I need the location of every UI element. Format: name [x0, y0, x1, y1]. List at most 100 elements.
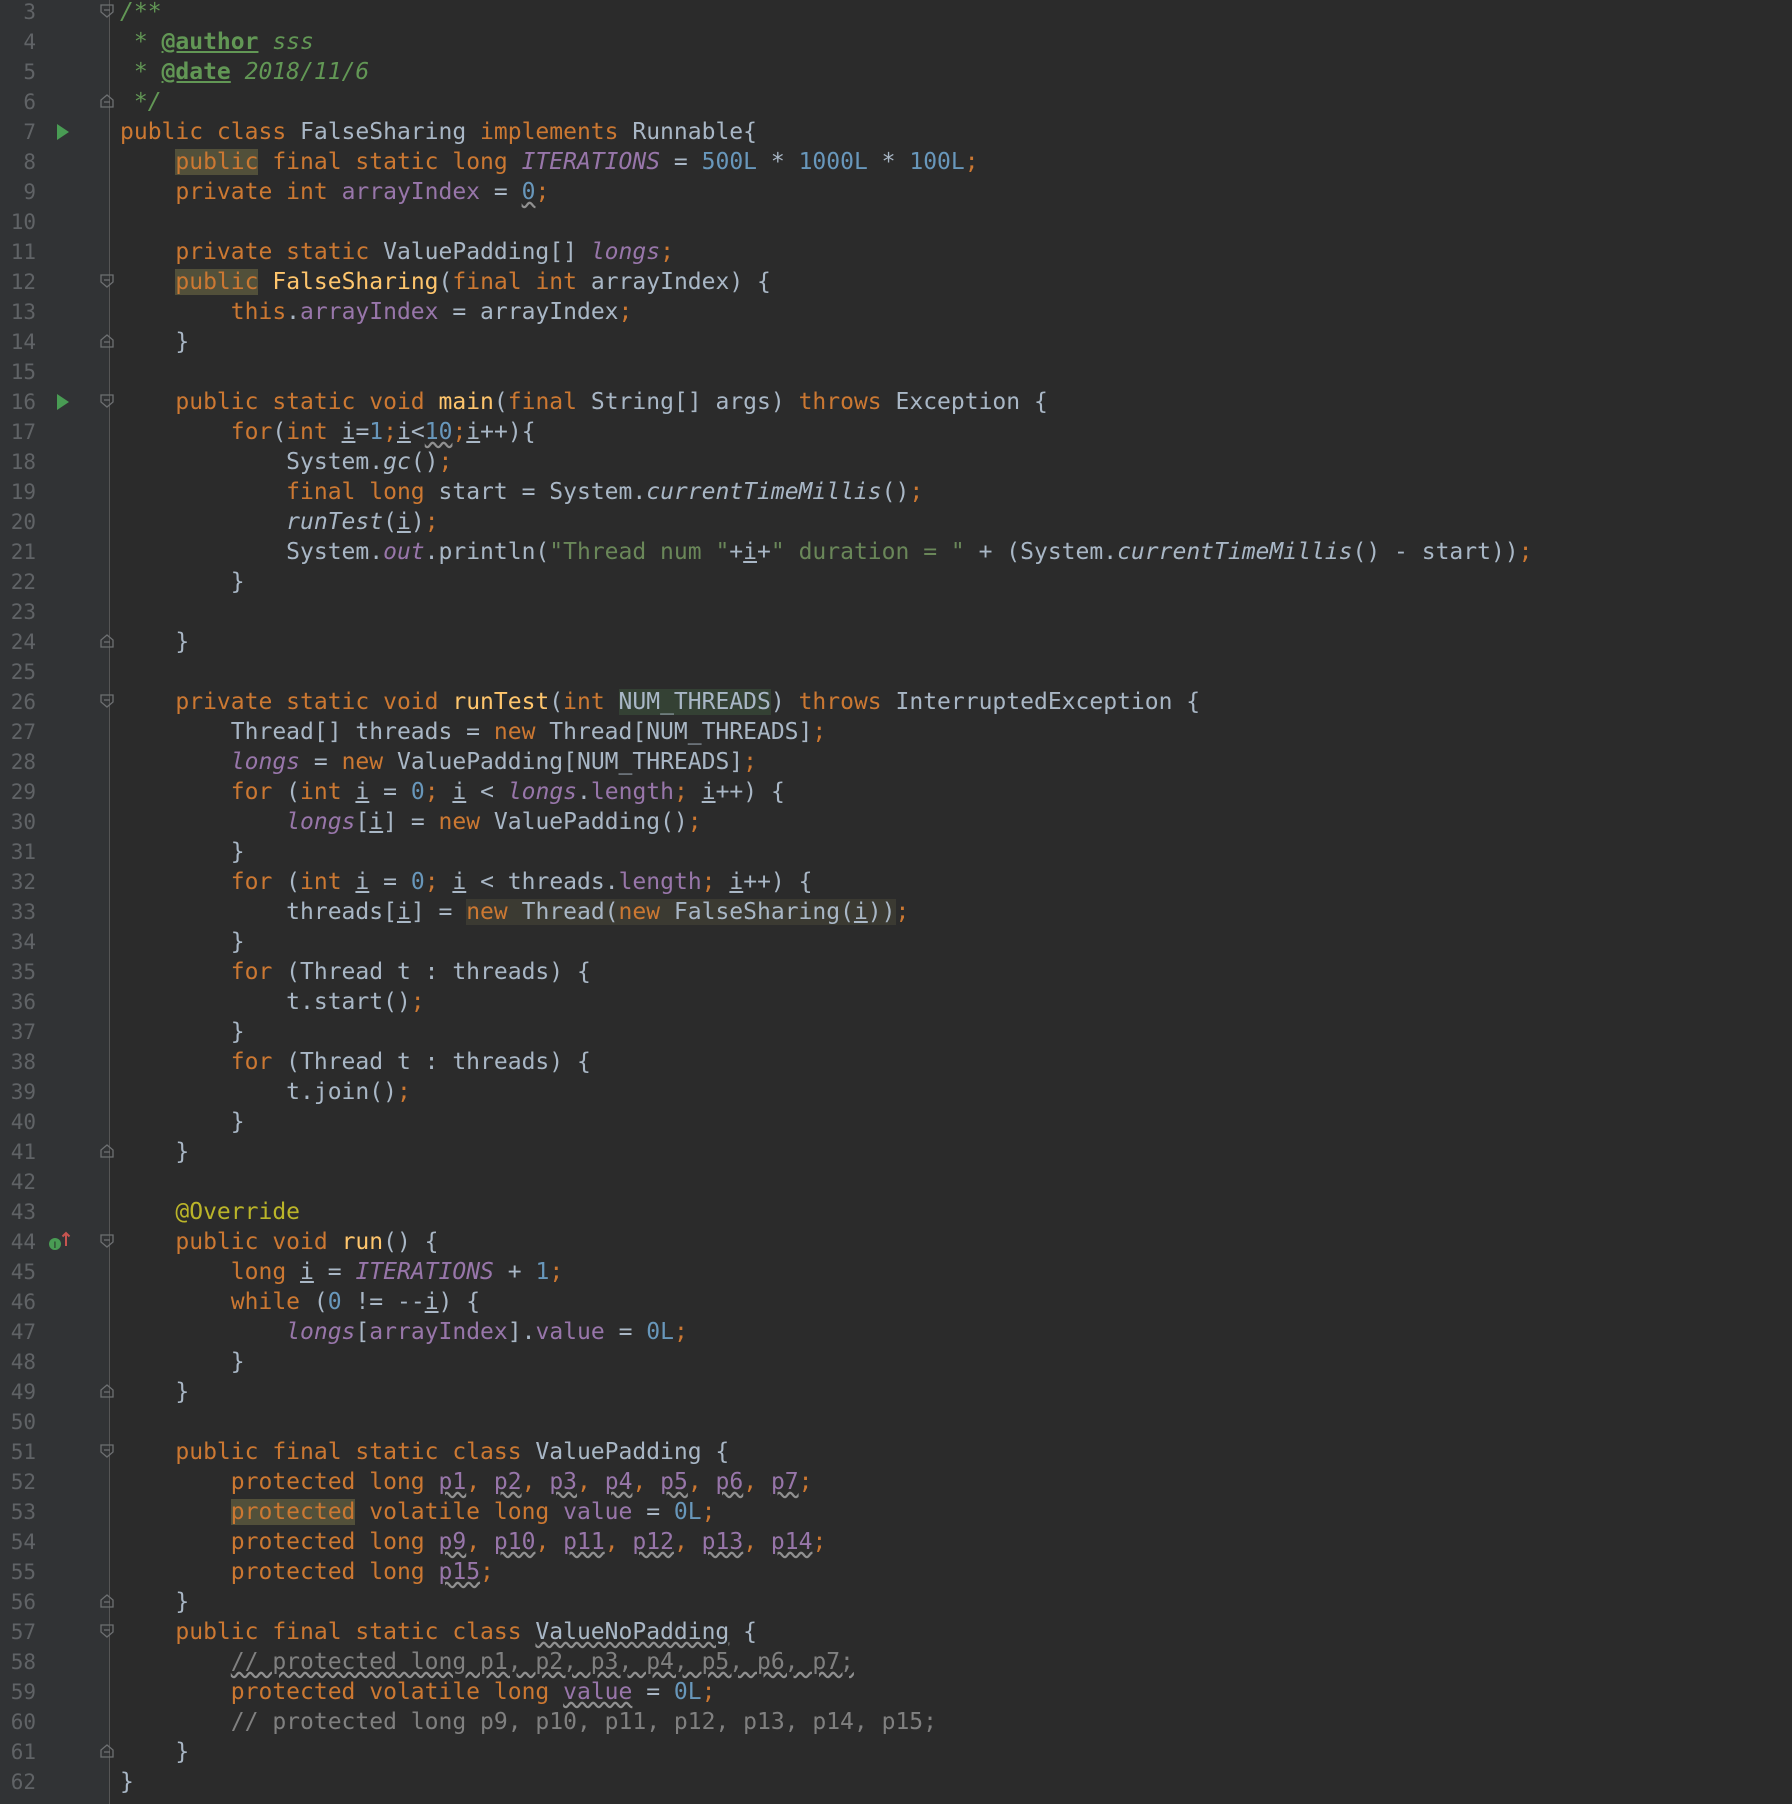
code-line[interactable]: 10: [0, 207, 1792, 237]
code-line[interactable]: 59 protected volatile long value = 0L;: [0, 1677, 1792, 1707]
line-number: 6: [23, 90, 36, 114]
fold-end-icon[interactable]: [100, 1594, 114, 1608]
code-line[interactable]: 52 protected long p1, p2, p3, p4, p5, p6…: [0, 1467, 1792, 1497]
line-number: 28: [10, 750, 36, 774]
code-line[interactable]: 12 public FalseSharing(final int arrayIn…: [0, 267, 1792, 297]
line-number: 50: [10, 1410, 36, 1434]
code-line[interactable]: 23: [0, 597, 1792, 627]
code-line[interactable]: 41 }: [0, 1137, 1792, 1167]
code-line[interactable]: 20 runTest(i);: [0, 507, 1792, 537]
code-token: ;: [424, 509, 439, 535]
code-line[interactable]: 53 protected volatile long value = 0L;: [0, 1497, 1792, 1527]
code-line[interactable]: 8 public final static long ITERATIONS = …: [0, 147, 1792, 177]
code-line[interactable]: 27 Thread[] threads = new Thread[NUM_THR…: [0, 717, 1792, 747]
fold-start-icon[interactable]: [100, 1444, 114, 1458]
code-line[interactable]: 56 }: [0, 1587, 1792, 1617]
code-token: =: [632, 1679, 674, 1705]
fold-start-icon[interactable]: [100, 1624, 114, 1638]
code-line[interactable]: 7 public class FalseSharing implements Ru…: [0, 117, 1792, 147]
code-line[interactable]: 11 private static ValuePadding[] longs;: [0, 237, 1792, 267]
fold-start-icon[interactable]: [100, 274, 114, 288]
code-line[interactable]: 16 public static void main(final String[…: [0, 387, 1792, 417]
code-line[interactable]: 14 }: [0, 327, 1792, 357]
code-line[interactable]: 26 private static void runTest(int NUM_T…: [0, 687, 1792, 717]
code-line[interactable]: 57 public final static class ValueNoPadd…: [0, 1617, 1792, 1647]
run-icon[interactable]: [56, 387, 70, 417]
code-line[interactable]: 61 }: [0, 1737, 1792, 1767]
code-text: protected volatile long value = 0L;: [120, 1677, 716, 1707]
code-token: 0L: [673, 1679, 702, 1705]
code-line[interactable]: 46 while (0 != --i) {: [0, 1287, 1792, 1317]
code-line[interactable]: 47 longs[arrayIndex].value = 0L;: [0, 1317, 1792, 1347]
code-line[interactable]: 19 final long start = System.currentTime…: [0, 477, 1792, 507]
fold-start-icon[interactable]: [100, 1234, 114, 1248]
code-line[interactable]: 15: [0, 357, 1792, 387]
code-line[interactable]: 43 @Override: [0, 1197, 1792, 1227]
code-line[interactable]: 45 long i = ITERATIONS + 1;: [0, 1257, 1792, 1287]
code-line[interactable]: 4 * @author sss: [0, 27, 1792, 57]
code-line[interactable]: 18 System.gc();: [0, 447, 1792, 477]
code-line[interactable]: 21 System.out.println("Thread num "+i+" …: [0, 537, 1792, 567]
line-number: 17: [10, 420, 36, 444]
code-line[interactable]: 28 longs = new ValuePadding[NUM_THREADS]…: [0, 747, 1792, 777]
code-line[interactable]: 54 protected long p9, p10, p11, p12, p13…: [0, 1527, 1792, 1557]
code-line[interactable]: 22 }: [0, 567, 1792, 597]
overrides-method-icon[interactable]: I: [48, 1227, 74, 1257]
code-line[interactable]: 38 for (Thread t : threads) {: [0, 1047, 1792, 1077]
fold-start-icon[interactable]: [100, 694, 114, 708]
code-token: =: [313, 1259, 356, 1285]
code-line[interactable]: 58 // protected long p1, p2, p3, p4, p5,…: [0, 1647, 1792, 1677]
code-token: ++) {: [715, 779, 785, 805]
fold-end-icon[interactable]: [100, 1144, 114, 1158]
code-token: ;: [618, 299, 633, 325]
fold-end-icon[interactable]: [100, 634, 114, 648]
code-line[interactable]: 51 public final static class ValuePaddin…: [0, 1437, 1792, 1467]
code-line[interactable]: 37 }: [0, 1017, 1792, 1047]
code-token: i: [355, 779, 370, 805]
code-line[interactable]: 24 }: [0, 627, 1792, 657]
code-line[interactable]: 55 protected long p15;: [0, 1557, 1792, 1587]
fold-end-icon[interactable]: [100, 334, 114, 348]
code-line[interactable]: 29 for (int i = 0; i < longs.length; i++…: [0, 777, 1792, 807]
code-token: public final static class: [175, 1439, 536, 1465]
code-line[interactable]: 34 }: [0, 927, 1792, 957]
line-number: 33: [10, 900, 36, 924]
code-line[interactable]: 3 /**: [0, 0, 1792, 27]
code-line[interactable]: 17 for(int i=1;i<10;i++){: [0, 417, 1792, 447]
code-token: ValueNoPadding: [535, 1619, 730, 1645]
code-line[interactable]: 44 I public void run() {: [0, 1227, 1792, 1257]
code-line[interactable]: 42: [0, 1167, 1792, 1197]
fold-end-icon[interactable]: [100, 1744, 114, 1758]
fold-end-icon[interactable]: [100, 94, 114, 108]
code-line[interactable]: 36 t.start();: [0, 987, 1792, 1017]
code-line[interactable]: 35 for (Thread t : threads) {: [0, 957, 1792, 987]
code-token: implements: [480, 119, 633, 145]
code-line[interactable]: 39 t.join();: [0, 1077, 1792, 1107]
code-line[interactable]: 50: [0, 1407, 1792, 1437]
code-token: longs: [507, 779, 578, 805]
code-line[interactable]: 60 // protected long p9, p10, p11, p12, …: [0, 1707, 1792, 1737]
run-icon[interactable]: [56, 117, 70, 147]
code-line[interactable]: 33 threads[i] = new Thread(new FalseShar…: [0, 897, 1792, 927]
code-line[interactable]: 31 }: [0, 837, 1792, 867]
code-line[interactable]: 48 }: [0, 1347, 1792, 1377]
code-line[interactable]: 32 for (int i = 0; i < threads.length; i…: [0, 867, 1792, 897]
code-token: @date: [161, 59, 231, 85]
code-line[interactable]: 25: [0, 657, 1792, 687]
fold-start-icon[interactable]: [100, 394, 114, 408]
code-line[interactable]: 9 private int arrayIndex = 0;: [0, 177, 1792, 207]
fold-start-icon[interactable]: [100, 4, 114, 18]
code-token: }: [120, 1589, 190, 1615]
code-token: ) {: [438, 1289, 481, 1315]
fold-end-icon[interactable]: [100, 1384, 114, 1398]
code-line[interactable]: 30 longs[i] = new ValuePadding();: [0, 807, 1792, 837]
code-line[interactable]: 5 * @date 2018/11/6: [0, 57, 1792, 87]
code-line[interactable]: 62}: [0, 1767, 1792, 1797]
code-line[interactable]: 6 */: [0, 87, 1792, 117]
code-editor[interactable]: 3/** 4 * @author sss 5 * @date 2018/11/6 6 …: [0, 0, 1792, 1804]
code-line[interactable]: 13 this.arrayIndex = arrayIndex;: [0, 297, 1792, 327]
code-token: value: [563, 1679, 633, 1705]
code-line[interactable]: 40 }: [0, 1107, 1792, 1137]
code-line[interactable]: 49 }: [0, 1377, 1792, 1407]
